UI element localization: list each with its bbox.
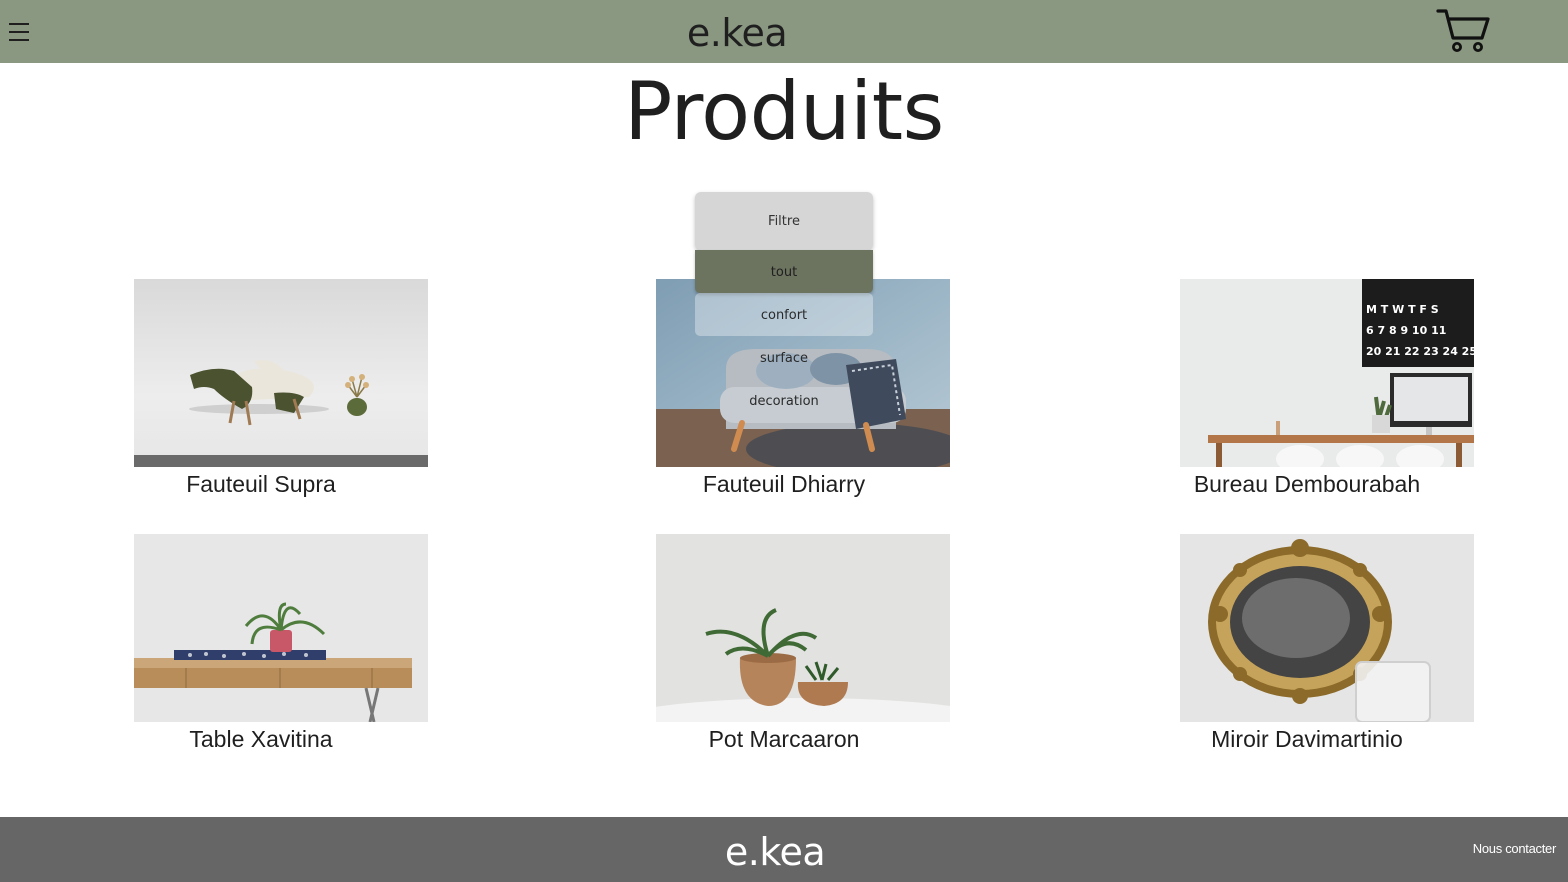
filter-option-decoration[interactable]: decoration (695, 379, 873, 422)
brand-logo[interactable]: e.kea (0, 10, 1474, 56)
product-card[interactable]: M T W T F S 6 7 8 9 10 11 20 21 22 23 24… (1180, 279, 1474, 497)
product-card[interactable]: Pot Marcaaron (656, 534, 950, 752)
footer-brand: e.kea (724, 830, 826, 874)
filter-option-confort[interactable]: confort (695, 293, 873, 336)
svg-text:20 21 22 23 24 25: 20 21 22 23 24 25 (1366, 345, 1474, 358)
product-name[interactable]: Bureau Dembourabah (1180, 469, 1434, 499)
product-image-table-xavitina[interactable] (134, 534, 428, 722)
product-card[interactable]: Miroir Davimartinio (1180, 534, 1474, 752)
product-card[interactable]: Table Xavitina (134, 534, 428, 752)
filter-button[interactable]: Filtre (695, 192, 873, 250)
cart-icon[interactable] (1436, 8, 1492, 54)
svg-text:6 7 8 9 10 11: 6 7 8 9 10 11 (1366, 324, 1446, 337)
header-bar: e.kea (0, 0, 1568, 63)
product-image-fauteuil-supra[interactable] (134, 279, 428, 467)
product-name[interactable]: Fauteuil Dhiarry (656, 469, 912, 499)
product-image-bureau-dembourabah[interactable]: M T W T F S 6 7 8 9 10 11 20 21 22 23 24… (1180, 279, 1474, 467)
contact-link[interactable]: Nous contacter (1473, 841, 1557, 856)
svg-text:M T W T F S: M T W T F S (1366, 303, 1439, 316)
product-name[interactable]: Table Xavitina (134, 724, 388, 754)
product-card[interactable]: Fauteuil Supra (134, 279, 428, 497)
product-name[interactable]: Pot Marcaaron (656, 724, 912, 754)
product-name[interactable]: Fauteuil Supra (134, 469, 388, 499)
filter-option-surface[interactable]: surface (695, 336, 873, 379)
footer-bar: e.kea Nous contacter (0, 817, 1568, 882)
product-image-pot-marcaaron[interactable] (656, 534, 950, 722)
product-name[interactable]: Miroir Davimartinio (1180, 724, 1434, 754)
product-image-miroir-davimartinio[interactable] (1180, 534, 1474, 722)
filter-dropdown: Filtre tout confort surface decoration (695, 192, 873, 422)
page: e.kea Produits Fauteuil Supra Fauteuil D… (0, 0, 1568, 882)
page-title: Produits (624, 65, 944, 158)
filter-option-tout[interactable]: tout (695, 250, 873, 293)
